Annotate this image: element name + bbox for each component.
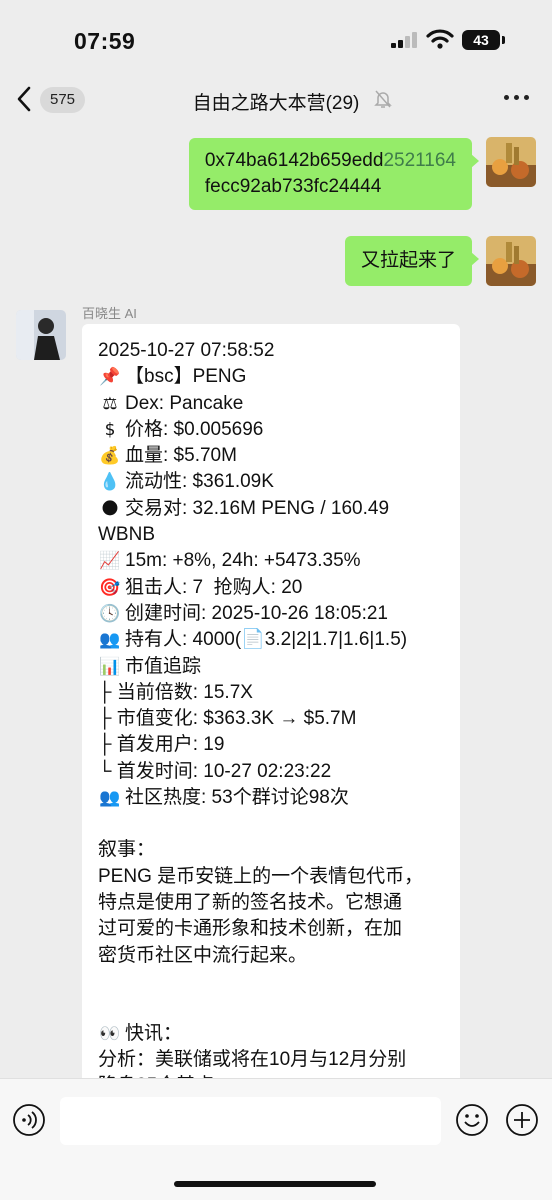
message-line-text: ├ 市值变化: $363.3K → $5.7M <box>98 708 357 730</box>
message-line-text: 密货币社区中流行起来。 <box>98 944 308 966</box>
emoji-icon: 📈 <box>99 551 121 572</box>
message-line: 🎯 狙击人: 7 抢购人: 20 <box>98 575 448 601</box>
message-line <box>98 811 448 837</box>
message-text: 2025-10-27 07:58:52 📌 【bsc】PENG ⚖ Dex: Panca… <box>98 338 448 1100</box>
battery-tip <box>502 36 505 44</box>
received-message-bubble[interactable]: 2025-10-27 07:58:52 📌 【bsc】PENG ⚖ Dex: Panca… <box>82 324 460 1104</box>
sent-message-text[interactable]: 又拉起来了 <box>344 236 479 286</box>
message-line: ⚖ Dex: Pancake <box>98 391 448 417</box>
message-line-text: 特点是使用了新的签名技术。它想通 <box>98 891 403 913</box>
message-line: $ 价格: $0.005696 <box>98 417 448 443</box>
message-line-text: 2025-10-27 07:58:52 <box>98 340 275 361</box>
message-line: 2025-10-27 07:58:52 <box>98 338 448 364</box>
more-options-button[interactable] <box>504 95 530 103</box>
message-line-text: 快讯： <box>125 1022 183 1044</box>
my-avatar[interactable] <box>486 236 536 286</box>
message-line-text: ├ 首发用户: 19 <box>98 734 225 756</box>
add-attachment-icon[interactable] <box>505 1103 539 1137</box>
message-line: 👀 快讯： <box>98 1021 448 1047</box>
voice-input-button[interactable] <box>12 1103 46 1137</box>
message-line-text: 狙击人: 7 抢购人: 20 <box>125 576 303 598</box>
message-line-text: PENG 是币安链上的一个表情包代币， <box>98 865 424 887</box>
message-line: 👥 持有人: 4000(📄3.2|2|1.7|1.6|1.5) <box>98 627 448 653</box>
emoji-icon: ⚖ <box>102 393 118 414</box>
input-bar <box>0 1078 552 1200</box>
message-line: 🕓 创建时间: 2025-10-26 18:05:21 <box>98 601 448 627</box>
sender-name: 百晓生 AI <box>82 306 137 321</box>
message-line-text: 市值追踪 <box>125 655 202 677</box>
mute-bell-icon <box>374 90 392 108</box>
message-line-text: └ 首发时间: 10-27 02:23:22 <box>98 760 332 782</box>
emoji-icon: 📊 <box>99 656 121 677</box>
message-line <box>98 969 448 995</box>
message-line-text: 流动性: $361.09K <box>125 471 274 493</box>
message-line-text: 分析：美联储或将在10月与12月分别 <box>98 1049 407 1071</box>
home-indicator <box>174 1181 376 1187</box>
message-line: 📊 市值追踪 <box>98 654 448 680</box>
message-line: 🌑 交易对: 32.16M PENG / 160.49 <box>98 496 448 522</box>
chat-title: 自由之路大本营(29) <box>192 93 360 114</box>
highlighted-text: 2521164 <box>383 150 456 171</box>
my-avatar[interactable] <box>486 137 536 187</box>
avatar-image <box>16 310 66 360</box>
message-line: 过可爱的卡通形象和技术创新，在加 <box>98 916 448 942</box>
message-line: ├ 市值变化: $363.3K → $5.7M <box>98 706 448 732</box>
emoji-icon: 🌑 <box>101 498 119 519</box>
emoji-icon: 💰 <box>99 446 121 467</box>
emoji-icon: 🕓 <box>99 603 121 624</box>
emoji-icon: 🎯 <box>99 577 121 598</box>
message-line-text: 15m: +8%, 24h: +5473.35% <box>125 550 361 572</box>
message-line: ├ 当前倍数: 15.7X <box>98 680 448 706</box>
emoji-icon[interactable] <box>455 1103 489 1137</box>
bot-avatar[interactable] <box>16 310 66 360</box>
emoji-icon: 💧 <box>99 472 121 493</box>
emoji-icon: 👥 <box>99 788 121 809</box>
message-line: PENG 是币安链上的一个表情包代币， <box>98 864 448 890</box>
message-line: 💰 血量: $5.70M <box>98 443 448 469</box>
message-line: WBNB <box>98 522 448 548</box>
message-line-text: 创建时间: 2025-10-26 18:05:21 <box>125 602 388 624</box>
message-line: 💧 流动性: $361.09K <box>98 469 448 495</box>
message-line-text: WBNB <box>98 524 155 546</box>
message-line-text: 【bsc】PENG <box>125 366 247 388</box>
message-line: 特点是使用了新的签名技术。它想通 <box>98 890 448 916</box>
message-line: 📈 15m: +8%, 24h: +5473.35% <box>98 548 448 574</box>
message-line: 分析：美联储或将在10月与12月分别 <box>98 1047 448 1073</box>
message-line-text: 血量: $5.70M <box>125 445 237 467</box>
cellular-signal-icon <box>391 32 417 48</box>
message-line-text: ├ 当前倍数: 15.7X <box>98 681 253 703</box>
wifi-icon <box>426 29 454 49</box>
message-line: └ 首发时间: 10-27 02:23:22 <box>98 759 448 785</box>
message-input[interactable] <box>60 1097 441 1145</box>
message-line: 密货币社区中流行起来。 <box>98 943 448 969</box>
message-line: 📌 【bsc】PENG <box>98 364 448 390</box>
emoji-icon: 📌 <box>99 367 121 388</box>
message-line-text: Dex: Pancake <box>125 392 244 414</box>
sent-message-address[interactable]: 0x74ba6142b659edd2521164 fecc92ab733fc24… <box>188 138 479 210</box>
avatar-image <box>486 236 536 286</box>
battery-icon: 43 <box>462 30 500 50</box>
message-line-text: 交易对: 32.16M PENG / 160.49 <box>125 497 390 519</box>
message-line-text: 持有人: 4000(📄3.2|2|1.7|1.6|1.5) <box>125 629 408 651</box>
avatar-image <box>486 137 536 187</box>
chat-header: 575 自由之路大本营(29) <box>0 76 552 124</box>
status-time: 07:59 <box>74 28 136 54</box>
message-line: 👥 社区热度: 53个群讨论98次 <box>98 785 448 811</box>
emoji-icon: 👀 <box>99 1023 121 1044</box>
message-line: ├ 首发用户: 19 <box>98 732 448 758</box>
message-line-text: 叙事： <box>98 839 156 861</box>
emoji-icon: $ <box>104 419 116 440</box>
message-line-text: 过可爱的卡通形象和技术创新，在加 <box>98 918 403 940</box>
message-line-text: 社区热度: 53个群讨论98次 <box>125 787 349 809</box>
message-line: 叙事： <box>98 837 448 863</box>
status-bar: 07:59 43 <box>0 0 552 80</box>
emoji-icon: 👥 <box>99 630 121 651</box>
message-line <box>98 995 448 1021</box>
message-line-text: 价格: $0.005696 <box>125 418 264 440</box>
